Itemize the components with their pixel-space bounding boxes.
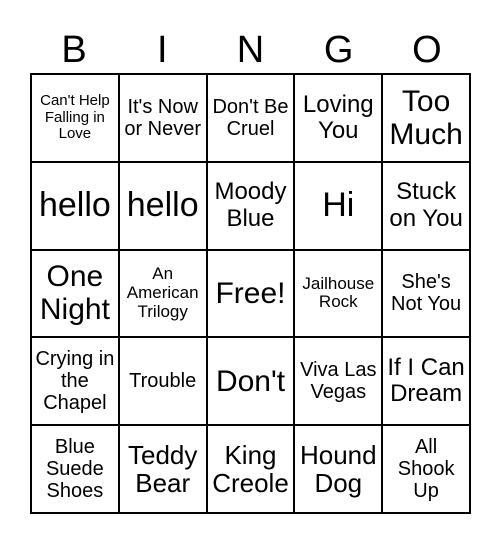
header-letter-g: G [323,29,354,71]
bingo-cell[interactable]: Hound Dog [294,425,383,513]
bingo-cell[interactable]: Blue Suede Shoes [31,425,119,513]
bingo-cell[interactable]: If I Can Dream [382,337,470,426]
header-letter-b: B [61,29,87,71]
bingo-cell[interactable]: One Night [31,249,119,338]
header-letter-i: I [157,29,168,71]
bingo-cell[interactable]: Free! [206,249,295,338]
header-letter-n: N [236,29,265,71]
bingo-cell[interactable]: Crying in the Chapel [31,337,119,426]
bingo-cell[interactable]: hello [31,161,119,250]
bingo-cell[interactable]: Too Much [382,74,470,162]
bingo-cell[interactable]: Don't Be Cruel [206,74,295,162]
bingo-header: B I N G O [30,28,471,73]
bingo-cell[interactable]: She's Not You [382,249,470,338]
bingo-cell[interactable]: It's Now or Never [118,74,207,162]
bingo-cell[interactable]: All Shook Up [382,425,470,513]
bingo-cell[interactable]: Trouble [118,337,207,426]
bingo-cell[interactable]: Viva Las Vegas [294,337,383,426]
bingo-cell[interactable]: Moody Blue [206,161,295,250]
bingo-cell[interactable]: Stuck on You [382,161,470,250]
bingo-grid: Can't Help Falling in Love It's Now or Ne… [30,73,471,514]
bingo-cell[interactable]: Jailhouse Rock [294,249,383,338]
bingo-cell[interactable]: King Creole [206,425,295,513]
bingo-cell[interactable]: Loving You [294,74,383,162]
bingo-cell[interactable]: Don't [206,337,295,426]
header-letter-o: O [412,29,442,71]
bingo-cell[interactable]: Hi [294,161,383,250]
bingo-cell[interactable]: Can't Help Falling in Love [31,74,119,162]
bingo-cell[interactable]: Teddy Bear [118,425,207,513]
bingo-cell[interactable]: hello [118,161,207,250]
bingo-cell[interactable]: An American Trilogy [118,249,207,338]
